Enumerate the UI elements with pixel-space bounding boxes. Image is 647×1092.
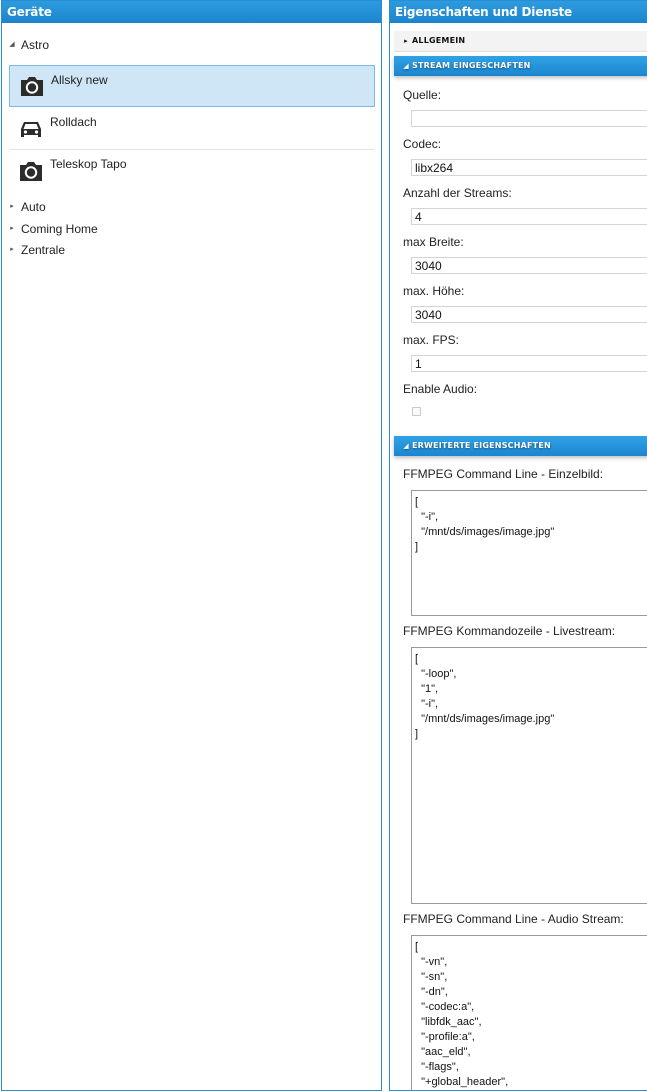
properties-panel: Eigenschaften und Dienste ▸ ALLGEMEIN ◢ ST…	[389, 0, 647, 1091]
max-breite-input[interactable]	[411, 257, 647, 274]
max-fps-input[interactable]	[411, 355, 647, 372]
einzelbild-textarea[interactable]: [ "-i", "/mnt/ds/images/image.jpg" ]	[411, 490, 647, 616]
expanded-arrow-icon: ◢	[403, 62, 409, 70]
expanded-arrow-icon: ◢	[403, 442, 409, 450]
livestream-label: FFMPEG Kommandozeile - Livestream:	[403, 624, 616, 638]
max-hoehe-label: max. Höhe:	[403, 284, 465, 298]
codec-label: Codec:	[403, 137, 442, 151]
tree-node-label: Zentrale	[21, 243, 66, 257]
codec-input[interactable]	[411, 159, 647, 176]
enable-audio-checkbox[interactable]	[412, 407, 421, 416]
collapsed-triangle-icon[interactable]: ▸	[8, 220, 16, 238]
device-item-rolldach[interactable]: Rolldach	[9, 108, 375, 148]
device-label: Teleskop Tapo	[50, 157, 127, 171]
expanded-triangle-icon[interactable]: ◢	[8, 36, 16, 54]
max-hoehe-input[interactable]	[411, 306, 647, 323]
collapsed-arrow-icon: ▸	[404, 37, 408, 45]
device-label: Rolldach	[50, 115, 97, 129]
tree-node-auto[interactable]: ▸ Auto	[2, 198, 381, 216]
section-label: STREAM EINGESCHAFTEN	[412, 61, 531, 70]
section-stream-eigenschaften[interactable]: ◢ STREAM EINGESCHAFTEN	[394, 56, 647, 76]
tree-node-label: Auto	[21, 200, 46, 214]
device-item-teleskop-tapo[interactable]: Teleskop Tapo	[9, 151, 375, 191]
max-breite-label: max Breite:	[403, 235, 464, 249]
tree-node-label: Coming Home	[21, 222, 98, 236]
section-erweiterte-eigenschaften[interactable]: ◢ ERWEITERTE EIGENSCHAFTEN	[394, 436, 647, 456]
section-allgemein[interactable]: ▸ ALLGEMEIN	[394, 31, 647, 52]
quelle-input[interactable]	[411, 110, 647, 127]
devices-panel-title: Geräte	[2, 1, 381, 23]
device-label: Allsky new	[51, 73, 108, 87]
camera-icon	[20, 162, 42, 181]
divider	[9, 149, 375, 150]
collapsed-triangle-icon[interactable]: ▸	[8, 198, 16, 216]
section-label: ERWEITERTE EIGENSCHAFTEN	[412, 441, 551, 450]
car-icon	[21, 122, 41, 137]
devices-panel: Geräte ◢ Astro Allsky new Rolldach Teles…	[1, 0, 382, 1091]
section-label: ALLGEMEIN	[412, 36, 466, 45]
audio-stream-label: FFMPEG Command Line - Audio Stream:	[403, 912, 624, 926]
max-fps-label: max. FPS:	[403, 333, 460, 347]
tree-node-label: Astro	[21, 38, 50, 52]
collapsed-triangle-icon[interactable]: ▸	[8, 241, 16, 259]
anzahl-streams-label: Anzahl der Streams:	[403, 186, 512, 200]
audio-stream-textarea[interactable]: [ "-vn", "-sn", "-dn", "-codec:a", "libf…	[411, 935, 647, 1090]
tree-node-zentrale[interactable]: ▸ Zentrale	[2, 241, 381, 259]
einzelbild-label: FFMPEG Command Line - Einzelbild:	[403, 467, 604, 481]
properties-panel-title: Eigenschaften und Dienste	[390, 1, 647, 23]
anzahl-streams-input[interactable]	[411, 208, 647, 225]
quelle-label: Quelle:	[403, 88, 442, 102]
tree-node-coming-home[interactable]: ▸ Coming Home	[2, 220, 381, 238]
device-item-allsky-new[interactable]: Allsky new	[9, 65, 375, 107]
tree-node-astro[interactable]: ◢ Astro	[2, 36, 381, 54]
enable-audio-label: Enable Audio:	[403, 382, 478, 396]
livestream-textarea[interactable]: [ "-loop", "1", "-i", "/mnt/ds/images/im…	[411, 647, 647, 904]
camera-icon	[21, 77, 43, 96]
